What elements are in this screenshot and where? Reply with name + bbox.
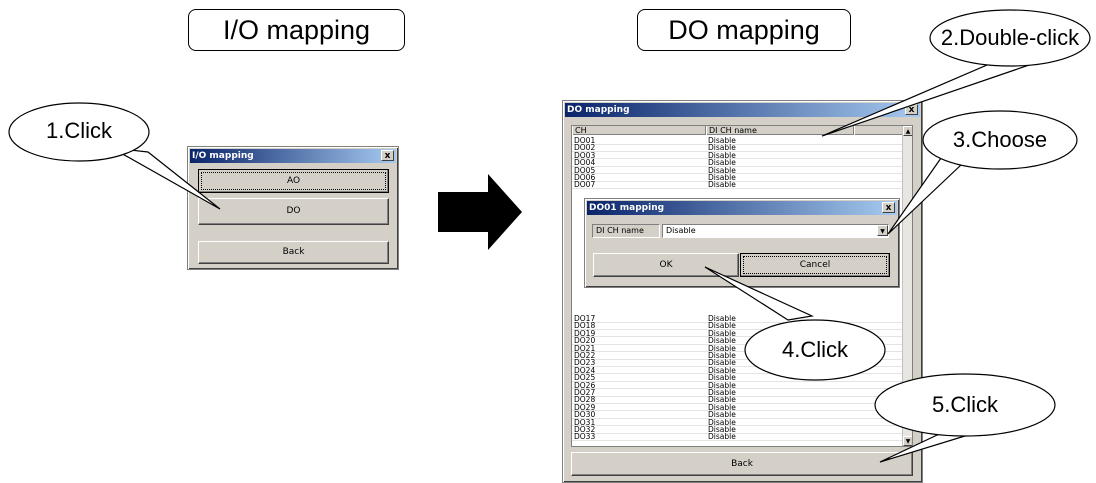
do-back-button[interactable]: Back xyxy=(571,452,913,476)
do01-mapping-titlebar: DO01 mapping x xyxy=(587,201,897,215)
callout-step3: 3.Choose xyxy=(952,127,1048,152)
di-ch-name-label: DI CH name xyxy=(592,224,660,238)
cancel-button[interactable]: Cancel xyxy=(740,253,890,277)
table-row[interactable]: DO26 Disable xyxy=(572,382,902,390)
scroll-down-icon[interactable]: ▼ xyxy=(903,436,912,446)
scroll-up-icon[interactable]: ▲ xyxy=(903,126,912,136)
cell-di-ch-name: Disable xyxy=(708,432,736,442)
io-mapping-title: I/O mapping xyxy=(192,151,254,161)
do-mapping-title: DO mapping xyxy=(567,105,630,115)
cell-di-ch-name: Disable xyxy=(708,180,736,190)
table-row[interactable]: DO04 Disable xyxy=(572,159,902,167)
table-header: CH DI CH name xyxy=(572,126,904,135)
io-mapping-window: I/O mapping x AO DO Back xyxy=(187,146,399,270)
table-row[interactable]: DO02 Disable xyxy=(572,144,902,152)
ao-button[interactable]: AO xyxy=(198,169,389,193)
table-row[interactable]: DO27 Disable xyxy=(572,389,902,397)
table-row[interactable]: DO30 Disable xyxy=(572,411,902,419)
column-header-ch[interactable]: CH xyxy=(572,126,706,135)
table-row[interactable]: DO07 Disable xyxy=(572,181,902,189)
table-row[interactable]: DO05 Disable xyxy=(572,167,902,175)
column-header-blank xyxy=(854,126,904,135)
ok-button[interactable]: OK xyxy=(593,253,739,277)
table-row[interactable]: DO24 Disable xyxy=(572,367,902,375)
do-mapping-window: DO mapping x CH DI CH name DO01 Disable DO… xyxy=(562,100,923,483)
table-row[interactable]: DO25 Disable xyxy=(572,374,902,382)
column-header-di-ch-name[interactable]: DI CH name xyxy=(706,126,854,135)
callout-step5: 5.Click xyxy=(931,392,998,417)
back-button[interactable]: Back xyxy=(198,241,389,264)
do-mapping-titlebar: DO mapping x xyxy=(565,103,920,117)
close-icon[interactable]: x xyxy=(905,104,918,115)
heading-io-mapping: I/O mapping xyxy=(188,9,405,51)
table-row[interactable]: DO01 Disable xyxy=(572,137,902,145)
close-icon[interactable]: x xyxy=(882,202,895,213)
do01-mapping-title: DO01 mapping xyxy=(589,203,665,213)
table-row[interactable]: DO03 Disable xyxy=(572,152,902,160)
do-button[interactable]: DO xyxy=(198,198,389,225)
callout-step2: 2.Double-click xyxy=(940,25,1080,50)
table-row[interactable]: DO32 Disable xyxy=(572,426,902,434)
io-mapping-titlebar: I/O mapping x xyxy=(190,149,396,163)
table-row[interactable]: DO31 Disable xyxy=(572,419,902,427)
table-row[interactable]: DO33 Disable xyxy=(572,433,902,441)
di-ch-name-value: Disable xyxy=(666,226,696,235)
do01-mapping-window: DO01 mapping x DI CH name Disable ▼ OK C… xyxy=(584,198,900,288)
cell-ch: DO07 xyxy=(574,180,596,190)
chevron-down-icon[interactable]: ▼ xyxy=(877,225,888,236)
heading-do-mapping: DO mapping xyxy=(637,9,851,51)
table-row[interactable]: DO29 Disable xyxy=(572,404,902,412)
table-row[interactable]: DO06 Disable xyxy=(572,174,902,182)
di-ch-name-select[interactable]: Disable ▼ xyxy=(662,224,889,238)
table-row[interactable]: DO28 Disable xyxy=(572,396,902,404)
table-row[interactable]: DO18 Disable xyxy=(572,322,902,330)
cell-ch: DO33 xyxy=(574,432,596,442)
table-row[interactable]: DO17 Disable xyxy=(572,315,902,323)
callout-step4: 4.Click xyxy=(781,337,848,362)
close-icon[interactable]: x xyxy=(381,150,394,161)
callout-step1: 1.Click xyxy=(45,118,112,143)
